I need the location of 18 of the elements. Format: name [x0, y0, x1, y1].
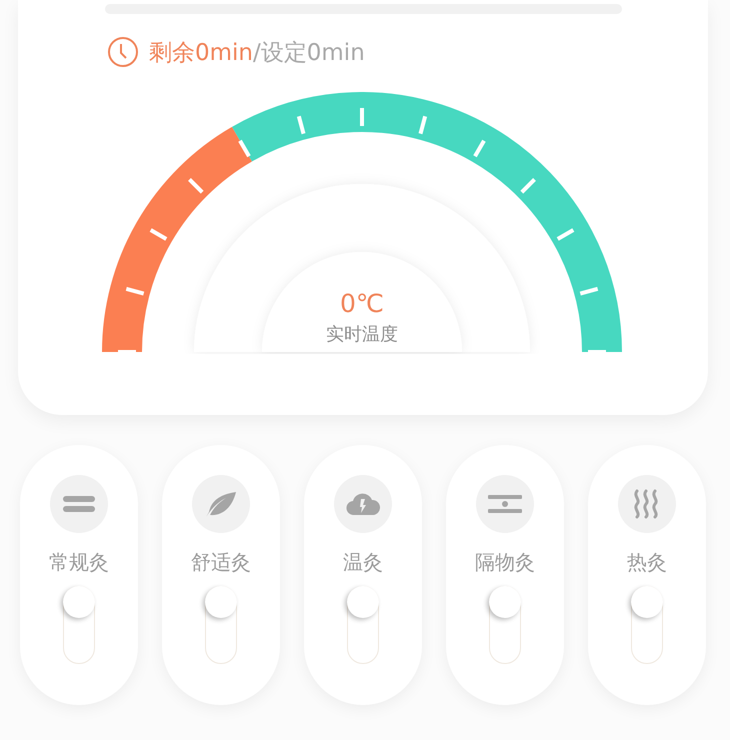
temperature-value: 0℃ [340, 289, 384, 318]
mode-label: 隔物灸 [475, 549, 535, 576]
clock-icon [107, 36, 139, 68]
toggle-switch[interactable] [63, 586, 95, 664]
temperature-label: 实时温度 [326, 323, 398, 346]
toggle-switch[interactable] [347, 586, 379, 664]
equals-icon [63, 495, 95, 513]
mode-label: 温灸 [343, 549, 383, 576]
leaf-icon [204, 490, 238, 518]
cloud-icon [346, 491, 380, 517]
toggle-switch[interactable] [489, 586, 521, 664]
layers-icon [488, 493, 522, 515]
mode-label: 常规灸 [49, 549, 109, 576]
mode-label: 舒适灸 [191, 549, 251, 576]
mode-label: 热灸 [627, 549, 667, 576]
toggle-switch[interactable] [631, 586, 663, 664]
toggle-switch[interactable] [205, 586, 237, 664]
timer-text: 剩余0min/设定0min [149, 38, 365, 68]
